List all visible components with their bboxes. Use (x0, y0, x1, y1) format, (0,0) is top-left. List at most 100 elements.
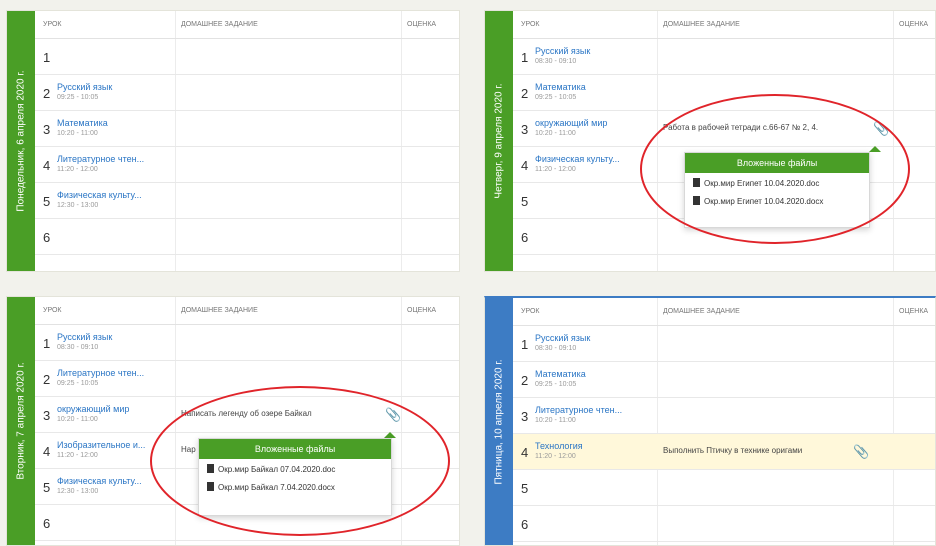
lesson-number: 6 (43, 230, 51, 245)
lesson-number: 4 (521, 158, 529, 173)
subject-link[interactable]: Русский язык (57, 332, 112, 342)
subject-link[interactable]: Русский язык (535, 333, 590, 343)
day-title: Пятница, 10 апреля 2020 г. (493, 358, 505, 485)
lesson-number: 3 (43, 122, 51, 137)
lesson-number: 4 (521, 445, 529, 460)
subject-link[interactable]: Физическая культу... (535, 154, 620, 164)
table-row: 3 Литературное чтен... 10:20 - 11:00 (513, 398, 935, 434)
subject-link[interactable]: окружающий мир (535, 118, 607, 128)
day-title-bar: Вторник, 7 апреля 2020 г. (7, 297, 35, 545)
subject-link[interactable]: Русский язык (535, 46, 590, 56)
lesson-time: 12:30 - 13:00 (57, 488, 99, 495)
table-row: 6 (35, 219, 459, 255)
lesson-time: 09:25 - 10:05 (57, 380, 99, 387)
col-lesson: УРОК (43, 21, 62, 28)
lesson-number: 3 (521, 122, 529, 137)
col-homework: ДОМАШНЕЕ ЗАДАНИЕ (663, 308, 740, 315)
table-header: УРОК ДОМАШНЕЕ ЗАДАНИЕ ОЦЕНКА (513, 11, 935, 39)
homework-text: Выполнить Птичку в технике оригами (663, 446, 803, 455)
lesson-time: 11:20 - 12:00 (535, 166, 576, 173)
lesson-number: 2 (521, 86, 529, 101)
table-row: 2 Русский язык 09:25 - 10:05 (35, 75, 459, 111)
schedule-table: УРОК ДОМАШНЕЕ ЗАДАНИЕ ОЦЕНКА 1 2 Русский … (35, 11, 459, 271)
lesson-number: 3 (521, 409, 529, 424)
lesson-time: 08:30 - 09:10 (57, 344, 99, 351)
subject-link[interactable]: Математика (535, 82, 586, 92)
lesson-time: 08:30 - 09:10 (535, 345, 577, 352)
lesson-number: 6 (521, 230, 529, 245)
table-header: УРОК ДОМАШНЕЕ ЗАДАНИЕ ОЦЕНКА (513, 298, 935, 326)
subject-link[interactable]: Литературное чтен... (57, 368, 144, 378)
table-row: 2 Математика 09:25 - 10:05 (513, 362, 935, 398)
lesson-number: 5 (521, 481, 529, 496)
day-title: Четверг, 9 апреля 2020 г. (493, 83, 505, 199)
lesson-time: 09:25 - 10:05 (57, 94, 99, 101)
lesson-time: 11:20 - 12:00 (57, 452, 98, 459)
table-row: 1 (35, 39, 459, 75)
lesson-time: 11:20 - 12:00 (57, 166, 98, 173)
table-row: 4 Литературное чтен... 11:20 - 12:00 (35, 147, 459, 183)
paperclip-icon[interactable]: 📎 (853, 444, 869, 460)
lesson-number: 4 (43, 444, 51, 459)
col-lesson: УРОК (521, 21, 540, 28)
lesson-number: 1 (521, 337, 529, 352)
lesson-time: 12:30 - 13:00 (57, 202, 99, 209)
lesson-number: 1 (43, 336, 51, 351)
table-row: 3 Математика 10:20 - 11:00 (35, 111, 459, 147)
table-row-highlighted: 4 Технология 11:20 - 12:00 Выполнить Птичку… (513, 434, 935, 470)
col-lesson: УРОК (43, 307, 62, 314)
lesson-number: 2 (521, 373, 529, 388)
lesson-time: 09:25 - 10:05 (535, 94, 577, 101)
col-homework: ДОМАШНЕЕ ЗАДАНИЕ (181, 307, 258, 314)
lesson-number: 6 (43, 516, 51, 531)
lesson-number: 4 (43, 158, 51, 173)
col-grade: ОЦЕНКА (407, 21, 437, 28)
lesson-time: 08:30 - 09:10 (535, 58, 577, 65)
table-row: 5 (513, 470, 935, 506)
col-grade: ОЦЕНКА (899, 21, 929, 28)
day-title: Вторник, 7 апреля 2020 г. (15, 362, 27, 480)
subject-link[interactable]: Русский язык (57, 82, 112, 92)
col-homework: ДОМАШНЕЕ ЗАДАНИЕ (663, 21, 740, 28)
table-header: УРОК ДОМАШНЕЕ ЗАДАНИЕ ОЦЕНКА (35, 297, 459, 325)
subject-link[interactable]: Математика (57, 118, 108, 128)
lesson-number: 5 (43, 194, 51, 209)
subject-link[interactable]: Технология (535, 441, 583, 451)
col-grade: ОЦЕНКА (407, 307, 437, 314)
table-row: 1 Русский язык 08:30 - 09:10 (35, 325, 459, 361)
schedule-table: УРОК ДОМАШНЕЕ ЗАДАНИЕ ОЦЕНКА 1 Русский яз… (513, 298, 935, 545)
subject-link[interactable]: окружающий мир (57, 404, 129, 414)
subject-link[interactable]: Изобразительное и... (57, 440, 145, 450)
day-title-bar: Пятница, 10 апреля 2020 г. (485, 298, 513, 545)
lesson-number: 6 (521, 517, 529, 532)
table-row: 6 (513, 506, 935, 542)
lesson-number: 5 (43, 480, 51, 495)
col-lesson: УРОК (521, 308, 540, 315)
table-row: 1 Русский язык 08:30 - 09:10 (513, 326, 935, 362)
subject-link[interactable]: Математика (535, 369, 586, 379)
table-header: УРОК ДОМАШНЕЕ ЗАДАНИЕ ОЦЕНКА (35, 11, 459, 39)
lesson-time: 09:25 - 10:05 (535, 381, 577, 388)
lesson-number: 3 (43, 408, 51, 423)
subject-link[interactable]: Литературное чтен... (535, 405, 622, 415)
day-title-bar: Четверг, 9 апреля 2020 г. (485, 11, 513, 271)
lesson-time: 10:20 - 11:00 (57, 416, 98, 423)
day-title: Понедельник, 6 апреля 2020 г. (15, 70, 27, 212)
lesson-number: 5 (521, 194, 529, 209)
lesson-number: 2 (43, 372, 51, 387)
table-row: 5 Физическая культу... 12:30 - 13:00 (35, 183, 459, 219)
col-homework: ДОМАШНЕЕ ЗАДАНИЕ (181, 21, 258, 28)
table-row: 1 Русский язык 08:30 - 09:10 (513, 39, 935, 75)
day-title-bar: Понедельник, 6 апреля 2020 г. (7, 11, 35, 271)
annotation-circle (150, 386, 450, 536)
lesson-time: 11:20 - 12:00 (535, 453, 576, 460)
subject-link[interactable]: Физическая культу... (57, 190, 142, 200)
day-panel-friday: Пятница, 10 апреля 2020 г. УРОК ДОМАШНЕЕ… (484, 296, 936, 546)
subject-link[interactable]: Физическая культу... (57, 476, 142, 486)
subject-link[interactable]: Литературное чтен... (57, 154, 144, 164)
day-panel-monday: Понедельник, 6 апреля 2020 г. УРОК ДОМАШ… (6, 10, 460, 272)
lesson-number: 1 (43, 50, 51, 65)
lesson-number: 1 (521, 50, 529, 65)
lesson-time: 10:20 - 11:00 (535, 130, 576, 137)
annotation-circle (640, 94, 910, 244)
